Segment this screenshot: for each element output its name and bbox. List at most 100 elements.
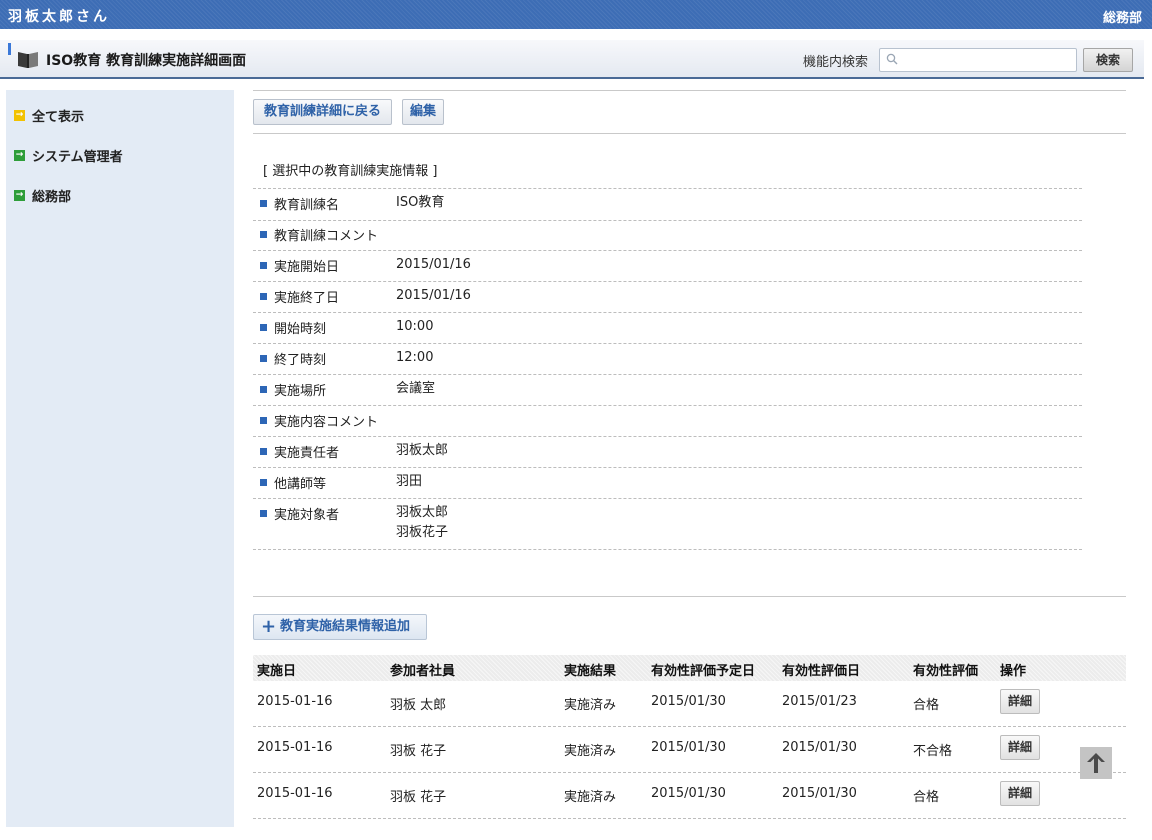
detail-button[interactable]: 詳細	[1000, 689, 1040, 714]
info-value: 羽田	[396, 474, 423, 489]
bullet-icon	[260, 448, 267, 455]
divider	[253, 90, 1126, 91]
bullet-icon	[260, 324, 267, 331]
divider	[253, 133, 1126, 134]
info-label: 終了時刻	[274, 353, 327, 368]
detail-button[interactable]: 詳細	[1000, 781, 1040, 806]
table-cell: 2015-01-16	[257, 740, 333, 755]
column-header: 参加者社員	[390, 664, 456, 679]
bullet-icon	[260, 293, 267, 300]
info-row: 実施終了日 2015/01/16	[253, 282, 1082, 313]
book-icon	[17, 49, 39, 73]
arrow-right-icon: →	[14, 110, 25, 121]
page-title: ISO教育 教育訓練実施詳細画面	[46, 53, 247, 69]
table-cell: 実施済み	[564, 790, 617, 805]
info-row: 実施場所 会議室	[253, 375, 1082, 406]
search-button[interactable]: 検索	[1083, 48, 1133, 72]
info-row: 終了時刻 12:00	[253, 344, 1082, 375]
info-row: 実施開始日 2015/01/16	[253, 251, 1082, 282]
info-label: 教育訓練コメント	[274, 229, 379, 244]
info-label: 実施開始日	[274, 260, 340, 275]
info-value: 2015/01/16	[396, 257, 471, 272]
title-accent	[8, 43, 11, 55]
bullet-icon	[260, 200, 267, 207]
arrow-right-icon: →	[14, 150, 25, 161]
scroll-to-top-button[interactable]	[1080, 747, 1112, 779]
sidebar-item-label: システム管理者	[32, 150, 123, 165]
bullet-icon	[260, 479, 267, 486]
search-icon	[886, 53, 898, 69]
info-row: 実施内容コメント	[253, 406, 1082, 437]
top-bar: 羽板太郎さん 総務部	[0, 0, 1152, 29]
search-label: 機能内検索	[803, 55, 869, 70]
column-header: 実施日	[257, 664, 297, 679]
info-value: 10:00	[396, 319, 434, 334]
sidebar-item-all[interactable]: → 全て表示	[14, 106, 84, 125]
arrow-right-icon: →	[14, 190, 25, 201]
sidebar-item-system-admin[interactable]: → システム管理者	[14, 146, 123, 165]
info-row: 教育訓練名 ISO教育	[253, 188, 1082, 221]
sidebar-item-label: 総務部	[32, 190, 72, 205]
table-row: 2015-01-16 羽板 花子 実施済み 2015/01/30 2015/01…	[253, 726, 1126, 773]
table-cell: 2015/01/30	[651, 786, 726, 801]
plus-icon: +	[261, 616, 277, 637]
info-label: 教育訓練名	[274, 198, 340, 213]
bullet-icon	[260, 355, 267, 362]
detail-button[interactable]: 詳細	[1000, 735, 1040, 760]
info-label: 実施場所	[274, 384, 327, 399]
info-row: 他講師等 羽田	[253, 468, 1082, 499]
sidebar-item-general-affairs[interactable]: → 総務部	[14, 186, 71, 205]
column-header: 有効性評価	[913, 664, 979, 679]
info-value: 会議室	[396, 381, 436, 396]
title-bar: ISO教育 教育訓練実施詳細画面 機能内検索 検索	[0, 40, 1144, 79]
user-name: 羽板太郎さん	[8, 9, 110, 25]
search-input[interactable]	[902, 49, 1076, 71]
bullet-icon	[260, 386, 267, 393]
info-row: 実施責任者 羽板太郎	[253, 437, 1082, 468]
add-result-button[interactable]: + 教育実施結果情報追加	[253, 614, 427, 640]
column-header: 実施結果	[564, 664, 617, 679]
search-field[interactable]	[879, 48, 1077, 72]
table-cell: 2015/01/30	[651, 740, 726, 755]
bullet-icon	[260, 417, 267, 424]
table-cell: 2015/01/30	[782, 740, 857, 755]
divider	[253, 596, 1126, 597]
info-label: 実施終了日	[274, 291, 340, 306]
info-label: 開始時刻	[274, 322, 327, 337]
table-cell: 羽板 花子	[390, 790, 447, 805]
info-value: 羽板花子	[396, 525, 449, 540]
arrow-up-icon	[1087, 753, 1105, 773]
info-value: 羽板太郎	[396, 443, 449, 458]
table-cell: 羽板 花子	[390, 744, 447, 759]
add-result-label: 教育実施結果情報追加	[280, 619, 411, 634]
info-row: 教育訓練コメント	[253, 220, 1082, 251]
table-cell: 合格	[913, 790, 940, 805]
info-value: ISO教育	[396, 195, 445, 210]
table-cell: 2015-01-16	[257, 786, 333, 801]
bullet-icon	[260, 262, 267, 269]
table-cell: 不合格	[913, 744, 953, 759]
info-row: 開始時刻 10:00	[253, 313, 1082, 344]
table-row: 2015-01-16 羽板 花子 実施済み 2015/01/30 2015/01…	[253, 772, 1126, 819]
column-header: 有効性評価日	[782, 664, 861, 679]
edit-button[interactable]: 編集	[402, 99, 444, 125]
info-label: 実施内容コメント	[274, 415, 379, 430]
department-label[interactable]: 総務部	[1103, 7, 1142, 26]
info-value: 羽板太郎	[396, 505, 449, 520]
info-label: 実施対象者	[274, 508, 340, 523]
sidebar-item-label: 全て表示	[32, 110, 85, 125]
table-cell: 実施済み	[564, 744, 617, 759]
table-cell: 2015-01-16	[257, 694, 333, 709]
info-label: 他講師等	[274, 477, 327, 492]
table-cell: 2015/01/30	[782, 786, 857, 801]
section-title: [ 選択中の教育訓練実施情報 ]	[263, 164, 438, 179]
bullet-icon	[260, 510, 267, 517]
table-cell: 実施済み	[564, 698, 617, 713]
back-to-detail-button[interactable]: 教育訓練詳細に戻る	[253, 99, 392, 125]
table-cell: 羽板 太郎	[390, 698, 447, 713]
results-table-header: 実施日 参加者社員 実施結果 有効性評価予定日 有効性評価日 有効性評価 操作	[253, 655, 1126, 681]
column-header: 操作	[1000, 664, 1027, 679]
info-label: 実施責任者	[274, 446, 340, 461]
info-value: 2015/01/16	[396, 288, 471, 303]
table-row: 2015-01-16 羽板 太郎 実施済み 2015/01/30 2015/01…	[253, 680, 1126, 727]
